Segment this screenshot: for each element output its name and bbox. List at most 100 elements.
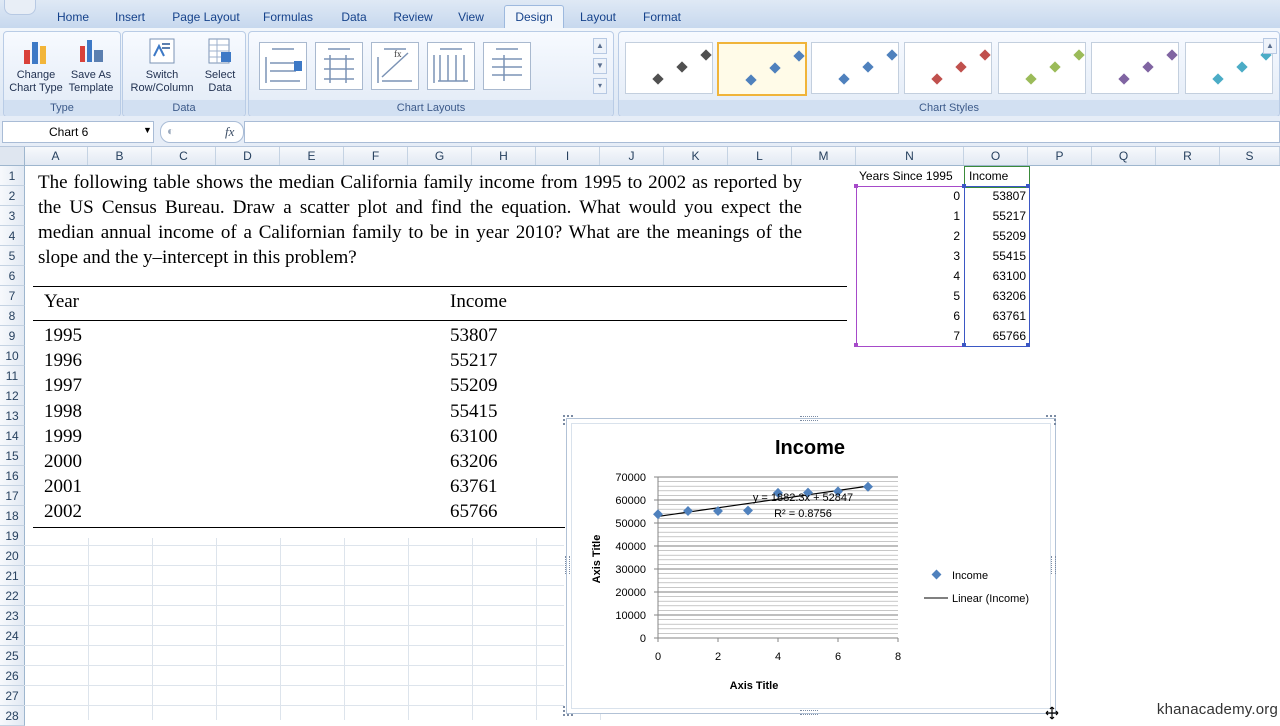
cell-years[interactable]: 1	[860, 209, 960, 223]
tab-design[interactable]: Design	[504, 5, 564, 28]
cell-income[interactable]: 63761	[966, 309, 1026, 323]
name-box[interactable]: Chart 6 ▼	[2, 121, 154, 143]
column-header-c[interactable]: C	[152, 147, 216, 165]
tab-page-layout[interactable]: Page Layout	[165, 6, 247, 28]
x-axis-title[interactable]: Axis Title	[730, 680, 779, 692]
change-chart-type-button[interactable]: Change Chart Type	[8, 36, 64, 95]
column-header-h[interactable]: H	[472, 147, 536, 165]
chart-handle-left[interactable]	[565, 556, 570, 574]
chart-layout-5[interactable]	[483, 42, 531, 90]
row-header-2[interactable]: 2	[0, 186, 25, 206]
row-header-27[interactable]: 27	[0, 686, 25, 706]
range-handle-bl[interactable]	[854, 343, 858, 347]
column-header-r[interactable]: R	[1156, 147, 1220, 165]
cell-years[interactable]: 3	[860, 249, 960, 263]
column-header-a[interactable]: A	[24, 147, 88, 165]
row-header-8[interactable]: 8	[0, 306, 25, 326]
tab-format[interactable]: Format	[636, 6, 688, 28]
cell-years[interactable]: 5	[860, 289, 960, 303]
column-header-l[interactable]: L	[728, 147, 792, 165]
range-handle-br[interactable]	[1026, 343, 1030, 347]
column-header-m[interactable]: M	[792, 147, 856, 165]
row-header-12[interactable]: 12	[0, 386, 25, 406]
row-header-5[interactable]: 5	[0, 246, 25, 266]
tab-insert[interactable]: Insert	[106, 6, 154, 28]
save-as-template-button[interactable]: Save As Template	[66, 36, 116, 95]
select-data-button[interactable]: Select Data	[199, 36, 241, 95]
tab-review[interactable]: Review	[387, 6, 439, 28]
row-header-20[interactable]: 20	[0, 546, 25, 566]
cell-years[interactable]: 7	[860, 329, 960, 343]
chart-handle-bottom[interactable]	[800, 710, 818, 715]
cell-income[interactable]: 55415	[966, 249, 1026, 263]
column-header-b[interactable]: B	[88, 147, 152, 165]
chart-layout-4[interactable]	[427, 42, 475, 90]
chart-handle-right[interactable]	[1051, 556, 1056, 574]
layouts-scroll-up-icon[interactable]: ▲	[593, 38, 607, 54]
row-header-4[interactable]: 4	[0, 226, 25, 246]
trendline-r-squared[interactable]: R² = 0.8756	[774, 508, 832, 520]
row-header-24[interactable]: 24	[0, 626, 25, 646]
chart-handle-top-left[interactable]	[563, 415, 573, 425]
formula-bar-handle-icon[interactable]: ◐	[167, 124, 174, 138]
row-header-1[interactable]: 1	[0, 166, 25, 186]
switch-row-column-button[interactable]: Switch Row/Column	[127, 36, 197, 95]
range-handle-tm[interactable]	[962, 184, 966, 188]
chart-handle-top[interactable]	[800, 416, 818, 421]
cell-income[interactable]: 65766	[966, 329, 1026, 343]
column-header-f[interactable]: F	[344, 147, 408, 165]
chart-layout-1[interactable]	[259, 42, 307, 90]
row-header-23[interactable]: 23	[0, 606, 25, 626]
row-header-17[interactable]: 17	[0, 486, 25, 506]
chart-style-6[interactable]	[1091, 42, 1179, 94]
tab-view[interactable]: View	[450, 6, 492, 28]
cell-income[interactable]: 53807	[966, 189, 1026, 203]
layouts-scroll-down-icon[interactable]: ▼	[593, 58, 607, 74]
cell-income[interactable]: 63100	[966, 269, 1026, 283]
chart-layout-2[interactable]	[315, 42, 363, 90]
row-header-9[interactable]: 9	[0, 326, 25, 346]
row-header-19[interactable]: 19	[0, 526, 25, 546]
row-header-3[interactable]: 3	[0, 206, 25, 226]
layouts-more-icon[interactable]: ▾	[593, 78, 607, 94]
column-header-i[interactable]: I	[536, 147, 600, 165]
chart-layout-3[interactable]: fx	[371, 42, 419, 90]
y-axis-title[interactable]: Axis Title	[591, 535, 603, 584]
row-header-28[interactable]: 28	[0, 706, 25, 726]
row-header-25[interactable]: 25	[0, 646, 25, 666]
cell-years[interactable]: 4	[860, 269, 960, 283]
cell-years[interactable]: 0	[860, 189, 960, 203]
row-header-26[interactable]: 26	[0, 666, 25, 686]
chart-style-4[interactable]	[904, 42, 992, 94]
column-header-s[interactable]: S	[1220, 147, 1280, 165]
office-button[interactable]	[4, 0, 36, 15]
range-handle-tl[interactable]	[854, 184, 858, 188]
cell-income[interactable]: 55209	[966, 229, 1026, 243]
range-handle-tr[interactable]	[1026, 184, 1030, 188]
chart-handle-bottom-left[interactable]	[563, 706, 573, 716]
row-header-21[interactable]: 21	[0, 566, 25, 586]
chart-legend[interactable]: Income Linear (Income)	[924, 569, 1029, 605]
insert-function-icon[interactable]: fx	[225, 124, 234, 140]
chart-style-3[interactable]	[811, 42, 899, 94]
header-years-since-1995[interactable]: Years Since 1995	[859, 169, 953, 183]
row-header-13[interactable]: 13	[0, 406, 25, 426]
trendline-equation[interactable]: y = 1882.3x + 52847	[753, 492, 853, 504]
header-income[interactable]: Income	[969, 169, 1008, 183]
cell-years[interactable]: 6	[860, 309, 960, 323]
column-header-k[interactable]: K	[664, 147, 728, 165]
column-header-d[interactable]: D	[216, 147, 280, 165]
column-header-j[interactable]: J	[600, 147, 664, 165]
row-header-22[interactable]: 22	[0, 586, 25, 606]
chart-style-5[interactable]	[998, 42, 1086, 94]
cell-income[interactable]: 63206	[966, 289, 1026, 303]
row-header-15[interactable]: 15	[0, 446, 25, 466]
row-header-18[interactable]: 18	[0, 506, 25, 526]
row-header-6[interactable]: 6	[0, 266, 25, 286]
column-header-q[interactable]: Q	[1092, 147, 1156, 165]
chart-title[interactable]: Income	[775, 437, 845, 459]
chart-style-1[interactable]	[625, 42, 713, 94]
styles-scroll-up-icon[interactable]: ▲	[1263, 38, 1277, 54]
tab-formulas[interactable]: Formulas	[257, 6, 319, 28]
tab-home[interactable]: Home	[48, 6, 98, 28]
